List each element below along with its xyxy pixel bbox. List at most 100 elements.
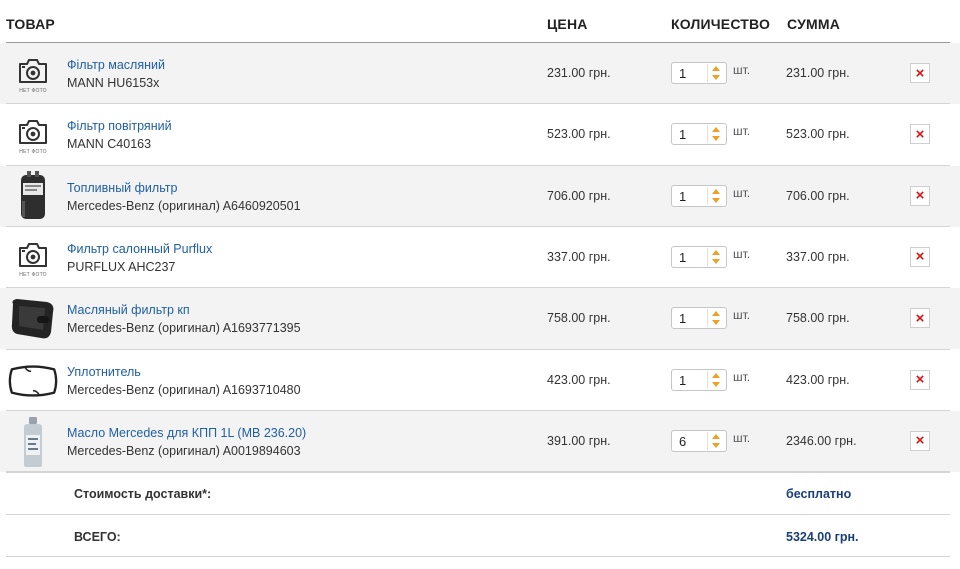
close-icon: ×: [915, 432, 925, 450]
product-name-link[interactable]: Фільтр повітряний: [67, 119, 172, 133]
product-code: Mercedes-Benz (оригинал) A1693771395: [67, 321, 301, 336]
quantity-stepper[interactable]: 6: [671, 429, 727, 452]
table-row: Уплотнитель Mercedes-Benz (оригинал) A16…: [0, 350, 960, 411]
quantity-spinner[interactable]: [707, 431, 724, 450]
item-sum: 231.00 грн.: [786, 66, 850, 80]
stepper-arrows-icon[interactable]: [708, 309, 724, 327]
product-name-link[interactable]: Масляный фильтр кп: [67, 303, 190, 317]
transmission-filter-image: [11, 299, 54, 339]
table-row: НЕТ ФОТО Фільтр масляний MANN HU6153x 23…: [0, 43, 960, 104]
item-price: 706.00 грн.: [547, 188, 611, 203]
product-name-link[interactable]: Масло Mercedes для КПП 1L (MB 236.20): [67, 426, 306, 440]
quantity-spinner[interactable]: [707, 370, 724, 389]
quantity-stepper[interactable]: 1: [671, 123, 727, 146]
quantity-stepper[interactable]: 1: [671, 62, 727, 84]
quantity-stepper[interactable]: 1: [671, 245, 727, 268]
product-thumbnail: [6, 354, 60, 408]
product-code: PURFLUX AHC237: [67, 259, 176, 274]
total-divider: [6, 556, 950, 557]
product-code: Mercedes-Benz (оригинал) A1693710480: [67, 382, 301, 397]
item-sum: 2346.00 грн.: [786, 433, 857, 448]
quantity-spinner[interactable]: [707, 64, 724, 82]
quantity-value[interactable]: 1: [679, 127, 686, 142]
product-name-link[interactable]: Фільтр масляний: [67, 58, 165, 72]
stepper-arrows-icon[interactable]: [708, 248, 724, 266]
quantity-value[interactable]: 1: [679, 250, 686, 265]
remove-item-button[interactable]: ×: [910, 246, 930, 267]
quantity-stepper[interactable]: 1: [671, 368, 727, 391]
close-icon: ×: [915, 125, 925, 143]
unit-label: шт.: [733, 308, 751, 323]
quantity-value[interactable]: 1: [679, 66, 686, 81]
product-name-link[interactable]: Топливный фильтр: [67, 181, 177, 195]
remove-item-button[interactable]: ×: [910, 430, 930, 451]
col-product-header: ТОВАР: [6, 16, 55, 32]
unit-label: шт.: [733, 246, 751, 261]
remove-item-button[interactable]: ×: [910, 185, 930, 206]
remove-item-button[interactable]: ×: [910, 369, 930, 390]
product-code: Mercedes-Benz (оригинал) A6460920501: [67, 198, 301, 213]
table-row: НЕТ ФОТО Фильтр салонный Purflux PURFLUX…: [0, 227, 960, 288]
product-code: Mercedes-Benz (оригинал) A0019894603: [67, 443, 301, 458]
stepper-arrows-icon[interactable]: [708, 64, 724, 82]
no-photo-label: НЕТ ФОТО: [19, 88, 47, 94]
table-row: Масляный фильтр кп Mercedes-Benz (оригин…: [0, 288, 960, 350]
product-code: MANN C40163: [67, 137, 152, 152]
item-sum: 423.00 грн.: [786, 372, 850, 387]
unit-label: шт.: [733, 185, 751, 200]
fuel-filter-image: [21, 170, 45, 219]
quantity-value[interactable]: 1: [679, 189, 686, 204]
product-name-link[interactable]: Фильтр салонный Purflux: [67, 242, 212, 256]
product-thumbnail: [6, 170, 60, 224]
stepper-arrows-icon[interactable]: [708, 125, 724, 143]
remove-item-button[interactable]: ×: [910, 308, 930, 329]
total-value: 5324.00 грн.: [786, 530, 859, 544]
unit-label: шт.: [733, 430, 751, 445]
item-price: 758.00 грн.: [547, 311, 611, 326]
table-row: Масло Mercedes для КПП 1L (MB 236.20) Me…: [0, 410, 960, 472]
quantity-spinner[interactable]: [707, 247, 724, 266]
item-price: 391.00 грн.: [547, 433, 611, 448]
table-header: ТОВАР ЦЕНА КОЛИЧЕСТВО СУММА: [0, 0, 960, 42]
product-thumbnail: [6, 292, 60, 346]
close-icon: ×: [915, 371, 925, 388]
quantity-spinner[interactable]: [707, 309, 724, 328]
item-sum: 337.00 грн.: [786, 249, 850, 264]
gasket-image: [8, 364, 58, 397]
delivery-divider: [6, 514, 950, 515]
delivery-value: бесплатно: [786, 487, 852, 501]
col-quantity-header: КОЛИЧЕСТВО: [671, 16, 771, 32]
quantity-stepper[interactable]: 1: [671, 184, 727, 207]
quantity-value[interactable]: 1: [679, 311, 686, 326]
stepper-arrows-icon[interactable]: [708, 432, 724, 450]
oil-bottle-image: [24, 416, 42, 467]
no-photo-label: НЕТ ФОТО: [19, 271, 47, 278]
remove-item-button[interactable]: ×: [910, 124, 930, 145]
stepper-arrows-icon[interactable]: [708, 187, 724, 205]
product-code: MANN HU6153x: [67, 76, 160, 90]
item-price: 523.00 грн.: [547, 127, 611, 142]
delivery-label: Стоимость доставки*:: [74, 487, 212, 501]
col-price-header: ЦЕНА: [547, 16, 588, 32]
quantity-spinner[interactable]: [707, 186, 724, 205]
items-bottom-divider: [6, 472, 950, 473]
remove-item-button[interactable]: ×: [910, 63, 930, 83]
table-row: Топливный фильтр Mercedes-Benz (оригинал…: [0, 165, 960, 227]
close-icon: ×: [915, 309, 925, 327]
product-thumbnail: НЕТ ФОТО: [6, 108, 60, 162]
product-thumbnail: НЕТ ФОТО: [6, 231, 60, 285]
close-icon: ×: [915, 187, 925, 205]
quantity-stepper[interactable]: 1: [671, 307, 727, 330]
item-price: 423.00 грн.: [547, 372, 611, 387]
close-icon: ×: [915, 248, 925, 266]
stepper-arrows-icon[interactable]: [708, 371, 724, 389]
quantity-value[interactable]: 6: [679, 434, 686, 449]
item-sum: 523.00 грн.: [786, 127, 850, 142]
quantity-value[interactable]: 1: [679, 373, 686, 388]
unit-label: шт.: [733, 369, 751, 384]
product-name-link[interactable]: Уплотнитель: [67, 365, 141, 379]
quantity-spinner[interactable]: [707, 125, 724, 144]
no-photo-label: НЕТ ФОТО: [19, 149, 47, 156]
item-price: 231.00 грн.: [547, 66, 611, 80]
cart-table: ТОВАР ЦЕНА КОЛИЧЕСТВО СУММА НЕТ ФОТО Філ…: [0, 0, 960, 569]
